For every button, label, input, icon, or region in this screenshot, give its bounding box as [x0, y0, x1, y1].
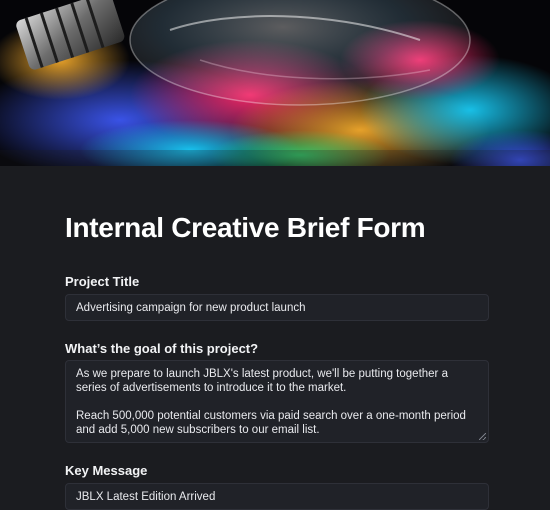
project-title-label: Project Title: [65, 274, 140, 289]
project-goal-textarea[interactable]: As we prepare to launch JBLX's latest pr…: [65, 360, 489, 443]
project-goal-paragraph-1: As we prepare to launch JBLX's latest pr…: [76, 368, 448, 394]
resize-grip-icon[interactable]: [479, 433, 486, 440]
project-goal-label: What’s the goal of this project?: [65, 341, 259, 356]
form-title: Internal Creative Brief Form: [65, 212, 426, 243]
hero-image-light-bulb: [0, 0, 550, 166]
key-message-label: Key Message: [65, 463, 148, 478]
key-message-input[interactable]: [65, 483, 489, 510]
project-title-input[interactable]: [65, 294, 489, 321]
project-goal-paragraph-2: Reach 500,000 potential customers via pa…: [76, 410, 466, 436]
hero-banner: [0, 0, 550, 166]
